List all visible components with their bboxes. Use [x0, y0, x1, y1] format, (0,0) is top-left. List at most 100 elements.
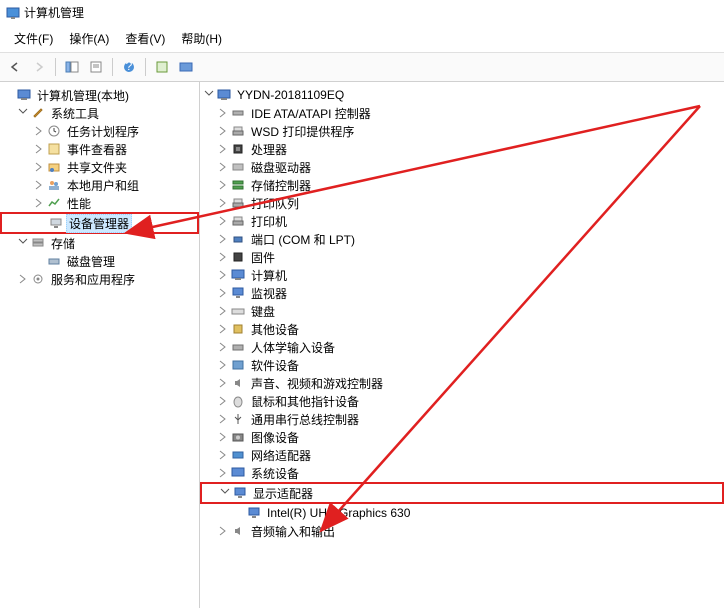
help-button[interactable]: ? [118, 56, 140, 78]
device-software[interactable]: 软件设备 [200, 356, 724, 374]
content: 计算机管理(本地) 系统工具 任务计划程序 事件查看器 共享文件夹 本地用户和组 [0, 82, 724, 608]
tree-task-scheduler[interactable]: 任务计划程序 [0, 122, 199, 140]
device-computers[interactable]: 计算机 [200, 266, 724, 284]
device-other[interactable]: 其他设备 [200, 320, 724, 338]
device-storage-ctrl[interactable]: 存储控制器 [200, 176, 724, 194]
device-system-dev[interactable]: 系统设备 [200, 464, 724, 482]
scan-button[interactable] [175, 56, 197, 78]
monitor-icon [230, 285, 246, 301]
speaker-icon [230, 523, 246, 539]
expander-icon[interactable] [216, 430, 230, 444]
services-icon [30, 271, 46, 287]
expander-icon[interactable] [16, 272, 30, 286]
device-keyboard[interactable]: 键盘 [200, 302, 724, 320]
expander-icon[interactable] [32, 160, 46, 174]
device-firmware[interactable]: 固件 [200, 248, 724, 266]
expander-icon[interactable] [216, 232, 230, 246]
menu-help[interactable]: 帮助(H) [173, 27, 230, 50]
tree-performance[interactable]: 性能 [0, 194, 199, 212]
tree-local-users[interactable]: 本地用户和组 [0, 176, 199, 194]
expander-icon[interactable] [216, 286, 230, 300]
device-ide[interactable]: IDE ATA/ATAPI 控制器 [200, 104, 724, 122]
tree-label: 存储 [48, 234, 78, 253]
toolbar: ? [0, 53, 724, 82]
expander-icon[interactable] [32, 178, 46, 192]
tree-root[interactable]: 计算机管理(本地) [0, 86, 199, 104]
tree-label: 磁盘驱动器 [248, 158, 314, 177]
device-root[interactable]: YYDN-20181109EQ [200, 86, 724, 104]
expander-icon[interactable] [216, 394, 230, 408]
tree-system-tools[interactable]: 系统工具 [0, 104, 199, 122]
menu-action[interactable]: 操作(A) [61, 27, 117, 50]
left-pane: 计算机管理(本地) 系统工具 任务计划程序 事件查看器 共享文件夹 本地用户和组 [0, 82, 200, 608]
device-imaging[interactable]: 图像设备 [200, 428, 724, 446]
tree-event-viewer[interactable]: 事件查看器 [0, 140, 199, 158]
device-mouse[interactable]: 鼠标和其他指针设备 [200, 392, 724, 410]
tree-label: 磁盘管理 [64, 252, 118, 271]
expander-icon[interactable] [216, 412, 230, 426]
expander-icon[interactable] [216, 160, 230, 174]
svg-text:?: ? [126, 60, 133, 73]
expander-icon[interactable] [216, 304, 230, 318]
device-ports[interactable]: 端口 (COM 和 LPT) [200, 230, 724, 248]
device-printer[interactable]: 打印机 [200, 212, 724, 230]
device-hid[interactable]: 人体学输入设备 [200, 338, 724, 356]
tree-shared-folders[interactable]: 共享文件夹 [0, 158, 199, 176]
expander-icon[interactable] [16, 106, 30, 120]
expander-icon[interactable] [216, 214, 230, 228]
expander-icon[interactable] [216, 268, 230, 282]
expander-icon[interactable] [216, 340, 230, 354]
tree-label: YYDN-20181109EQ [234, 87, 347, 103]
device-usb[interactable]: 通用串行总线控制器 [200, 410, 724, 428]
software-icon [230, 357, 246, 373]
expander-icon[interactable] [216, 250, 230, 264]
refresh-button[interactable] [151, 56, 173, 78]
expander-icon[interactable] [216, 466, 230, 480]
properties-button[interactable] [85, 56, 107, 78]
expander-icon[interactable] [216, 142, 230, 156]
expander-icon[interactable] [216, 376, 230, 390]
expander-icon[interactable] [32, 142, 46, 156]
tree-services[interactable]: 服务和应用程序 [0, 270, 199, 288]
tree-label: 本地用户和组 [64, 176, 142, 195]
tree-label: 音频输入和输出 [248, 522, 338, 541]
device-display[interactable]: 显示适配器 [200, 482, 724, 504]
forward-button[interactable] [28, 56, 50, 78]
menu-file[interactable]: 文件(F) [6, 27, 61, 50]
tree-label: 存储控制器 [248, 176, 314, 195]
device-sound[interactable]: 声音、视频和游戏控制器 [200, 374, 724, 392]
tree-label: 打印队列 [248, 194, 302, 213]
expander-icon[interactable] [216, 358, 230, 372]
device-print-queue[interactable]: 打印队列 [200, 194, 724, 212]
expander-icon[interactable] [216, 322, 230, 336]
expander-icon[interactable] [216, 196, 230, 210]
expander-icon[interactable] [32, 196, 46, 210]
device-audio-io[interactable]: 音频输入和输出 [200, 522, 724, 540]
device-wsd[interactable]: WSD 打印提供程序 [200, 122, 724, 140]
menu-view[interactable]: 查看(V) [117, 27, 173, 50]
expander-icon[interactable] [202, 88, 216, 102]
expander-icon[interactable] [216, 448, 230, 462]
expander-icon[interactable] [218, 486, 232, 500]
expander-icon[interactable] [16, 236, 30, 250]
tree-label: 计算机管理(本地) [34, 86, 132, 105]
expander-icon[interactable] [216, 178, 230, 192]
device-network[interactable]: 网络适配器 [200, 446, 724, 464]
device-display-child[interactable]: Intel(R) UHD Graphics 630 [200, 504, 724, 522]
tree-label: 任务计划程序 [64, 122, 142, 141]
expander-icon[interactable] [216, 124, 230, 138]
window-title: 计算机管理 [24, 4, 84, 21]
tree-label: 显示适配器 [250, 484, 316, 503]
tree-device-manager[interactable]: 设备管理器 [0, 212, 199, 234]
device-monitors[interactable]: 监视器 [200, 284, 724, 302]
tree-disk-mgmt[interactable]: 磁盘管理 [0, 252, 199, 270]
tree-label: 性能 [64, 194, 94, 213]
back-button[interactable] [4, 56, 26, 78]
show-hide-tree-button[interactable] [61, 56, 83, 78]
expander-icon[interactable] [216, 524, 230, 538]
device-cpu[interactable]: 处理器 [200, 140, 724, 158]
expander-icon[interactable] [216, 106, 230, 120]
tree-storage[interactable]: 存储 [0, 234, 199, 252]
expander-icon[interactable] [32, 124, 46, 138]
device-disk-drives[interactable]: 磁盘驱动器 [200, 158, 724, 176]
